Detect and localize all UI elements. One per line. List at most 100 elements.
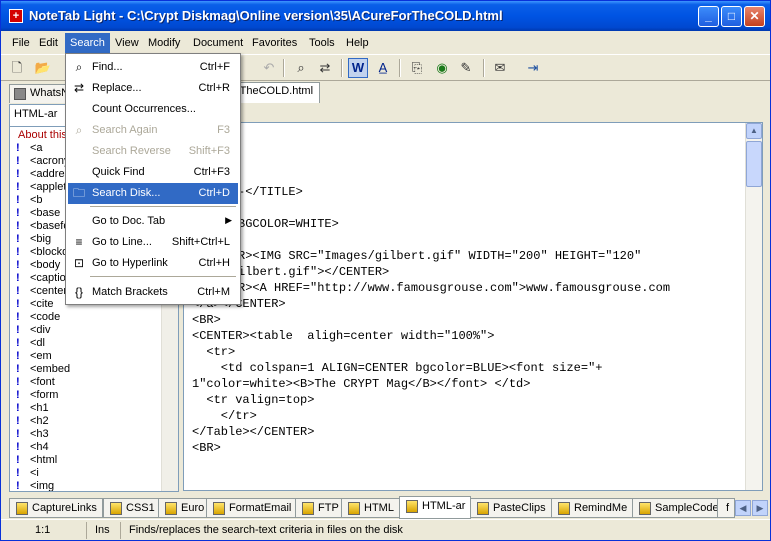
- menu-item-label: Replace...: [92, 82, 142, 94]
- editor-area[interactable]: -</TITLE> BGCOLOR=WHITE> R><IMG SRC="Image…: [183, 122, 763, 491]
- tab-html-ar[interactable]: HTML-ar: [399, 496, 472, 519]
- clip-item[interactable]: ! <form: [10, 389, 160, 402]
- menu-item-shortcut: Ctrl+D: [198, 187, 230, 199]
- maximize-button[interactable]: □: [721, 6, 742, 27]
- exit-icon[interactable]: ⇥: [523, 58, 543, 78]
- code-line[interactable]: -</TITLE>: [238, 185, 303, 199]
- tab-acurefor-thecold[interactable]: rTheCOLD.html: [229, 82, 321, 103]
- code-line[interactable]: <tr>: [192, 345, 235, 359]
- hyperlink-icon: ⊡: [73, 256, 85, 270]
- menu-item-replace[interactable]: ⇄ Replace... Ctrl+R: [68, 78, 238, 99]
- status-bar: 1:1 Ins Finds/replaces the search-text c…: [1, 519, 770, 540]
- menu-view[interactable]: View: [110, 35, 144, 52]
- menu-item-search-again[interactable]: ⌕ Search Again F3: [68, 120, 238, 141]
- code-line[interactable]: <CENTER><table aligh=center width="100%"…: [192, 329, 494, 343]
- tabs-scroll-right-button[interactable]: ▶: [752, 500, 768, 516]
- menu-favorites[interactable]: Favorites: [247, 35, 302, 52]
- clip-item[interactable]: ! <h1: [10, 402, 160, 415]
- menu-help[interactable]: Help: [341, 35, 374, 52]
- code-text[interactable]: -</TITLE> BGCOLOR=WHITE> R><IMG SRC="Image…: [192, 123, 744, 490]
- tab-samplecode[interactable]: SampleCode: [632, 498, 725, 518]
- find-replace-icon[interactable]: ⇄: [315, 58, 335, 78]
- clip-item[interactable]: ! <em: [10, 350, 160, 363]
- clip-item[interactable]: ! <h4: [10, 441, 160, 454]
- scroll-up-button[interactable]: ▲: [746, 123, 762, 139]
- tab-ftp[interactable]: FTP: [295, 498, 345, 518]
- editor-vertical-scrollbar[interactable]: ▲: [745, 123, 762, 490]
- menu-item-search-disk[interactable]: 🗀 Search Disk... Ctrl+D: [68, 183, 238, 204]
- tab-label: PasteClips: [493, 502, 546, 514]
- clip-item[interactable]: ! <i: [10, 467, 160, 480]
- tab-html[interactable]: HTML: [341, 498, 400, 518]
- clip-item[interactable]: ! <h2: [10, 415, 160, 428]
- menu-item-find[interactable]: ⌕ Find... Ctrl+F: [68, 57, 238, 78]
- tabs-scroll-left-button[interactable]: ◀: [735, 500, 751, 516]
- menu-item-match-brackets[interactable]: {} Match Brackets Ctrl+M: [68, 282, 238, 303]
- copy-icon[interactable]: ⎘: [407, 58, 427, 78]
- tab-remindme[interactable]: RemindMe: [551, 498, 634, 518]
- clip-item-label: <em: [30, 350, 52, 362]
- clip-item[interactable]: ! <dl: [10, 337, 160, 350]
- close-button[interactable]: ✕: [744, 6, 765, 27]
- tab-pasteclips[interactable]: PasteClips: [470, 498, 552, 518]
- clip-marker-icon: !: [16, 467, 20, 479]
- code-line[interactable]: </Table></CENTER>: [192, 425, 314, 439]
- tab-euro[interactable]: Euro: [158, 498, 211, 518]
- open-folder-icon[interactable]: 📂: [33, 58, 53, 78]
- clip-item[interactable]: ! <embed: [10, 363, 160, 376]
- menu-item-search-reverse[interactable]: Search Reverse Shift+F3: [68, 141, 238, 162]
- tab-overflow[interactable]: f: [717, 498, 735, 518]
- text-case-icon[interactable]: A̲: [373, 58, 393, 78]
- menu-modify[interactable]: Modify: [143, 35, 185, 52]
- menu-item-label: Search Reverse: [92, 145, 171, 157]
- menu-search[interactable]: Search: [65, 33, 110, 53]
- menu-item-go-to-hyperlink[interactable]: ⊡ Go to Hyperlink Ctrl+H: [68, 253, 238, 274]
- notetab-window: + NoteTab Light - C:\Crypt Diskmag\Onlin…: [0, 0, 771, 541]
- code-line[interactable]: ilbert.gif"></CENTER>: [238, 265, 389, 279]
- code-line[interactable]: <BR>: [192, 313, 221, 327]
- clip-item[interactable]: ! <font: [10, 376, 160, 389]
- tab-label: HTML-ar: [422, 500, 466, 512]
- clip-marker-icon: !: [16, 142, 20, 154]
- undo-icon[interactable]: ↶: [259, 58, 279, 78]
- word-wrap-icon[interactable]: W: [348, 58, 368, 78]
- clip-marker-icon: !: [16, 415, 20, 427]
- tab-formatemail[interactable]: FormatEmail: [206, 498, 298, 518]
- clip-marker-icon: !: [16, 389, 20, 401]
- clip-item[interactable]: ! <code: [10, 311, 160, 324]
- menu-item-quick-find[interactable]: Quick Find Ctrl+F3: [68, 162, 238, 183]
- clip-item[interactable]: ! <html: [10, 454, 160, 467]
- chat-icon[interactable]: ✉: [490, 58, 510, 78]
- menu-file[interactable]: File: [7, 35, 35, 52]
- menu-tools[interactable]: Tools: [304, 35, 340, 52]
- preview-icon[interactable]: ◉: [432, 58, 452, 78]
- code-line[interactable]: </tr>: [192, 409, 257, 423]
- minimize-button[interactable]: _: [698, 6, 719, 27]
- new-file-icon[interactable]: 🗋: [7, 58, 27, 78]
- menu-item-count-occurrences[interactable]: Count Occurrences...: [68, 99, 238, 120]
- menu-item-go-to-doc-tab[interactable]: Go to Doc. Tab ▶: [68, 211, 238, 232]
- app-icon[interactable]: +: [9, 9, 23, 23]
- code-line[interactable]: R><A HREF="http://www.famousgrouse.com">…: [238, 281, 670, 295]
- clip-item[interactable]: ! <div: [10, 324, 160, 337]
- code-line[interactable]: <tr valign=top>: [192, 393, 314, 407]
- code-line[interactable]: R><IMG SRC="Images/gilbert.gif" WIDTH="2…: [238, 249, 641, 263]
- code-line[interactable]: 1"color=white><B>The CRYPT Mag</B></font…: [192, 377, 530, 391]
- clip-item-label: <basefo: [30, 220, 70, 232]
- clip-item[interactable]: ! <h3: [10, 428, 160, 441]
- code-line[interactable]: <BR>: [192, 441, 221, 455]
- code-line[interactable]: BGCOLOR=WHITE>: [238, 217, 339, 231]
- menu-item-go-to-line[interactable]: ≡ Go to Line... Shift+Ctrl+L: [68, 232, 238, 253]
- tab-css1[interactable]: CSS1: [103, 498, 161, 518]
- clip-icon[interactable]: ✎: [456, 58, 476, 78]
- replace-icon: ⇄: [73, 81, 85, 95]
- menu-document[interactable]: Document: [188, 35, 248, 52]
- clip-item[interactable]: ! <img: [10, 480, 160, 491]
- status-position: 1:1: [3, 522, 87, 539]
- menu-edit[interactable]: Edit: [34, 35, 63, 52]
- scroll-thumb[interactable]: [746, 141, 762, 187]
- binoculars-find-icon[interactable]: ⌕: [291, 58, 311, 78]
- code-line[interactable]: <td colspan=1 ALIGN=CENTER bgcolor=BLUE>…: [192, 361, 603, 375]
- tab-capturelinks[interactable]: CaptureLinks: [9, 498, 103, 518]
- menu-item-label: Find...: [92, 61, 123, 73]
